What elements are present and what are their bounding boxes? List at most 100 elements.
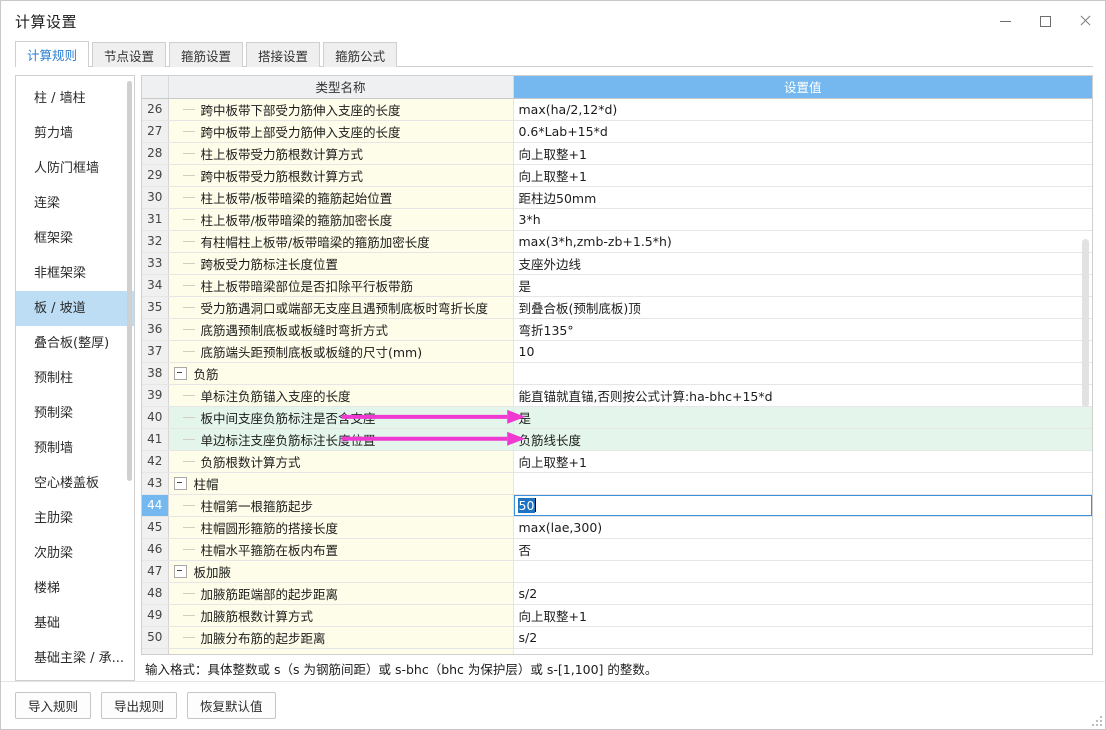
row-value-cell[interactable]: 负筋线长度 [513, 428, 1092, 451]
row-name-cell[interactable]: 加腋筋根数计算方式 [168, 604, 514, 627]
sidebar-item-13[interactable]: 次肋梁 [16, 536, 134, 571]
row-name-cell[interactable]: 加腋分布筋的起步距离 [168, 626, 514, 649]
table-row[interactable]: 32 有柱帽柱上板带/板带暗梁的箍筋加密长度 max(3*h,zmb-zb+1.5*… [142, 230, 1092, 253]
row-value-cell[interactable]: 0.6*Lab+15*d [513, 120, 1092, 143]
row-value-cell[interactable] [513, 560, 1092, 583]
row-name-cell[interactable]: 有柱帽柱上板带/板带暗梁的箍筋加密长度 [168, 230, 514, 253]
sidebar-item-14[interactable]: 楼梯 [16, 571, 134, 606]
row-index-cell[interactable]: 38 [142, 362, 169, 385]
row-value-cell[interactable]: 向上取整+1 [513, 604, 1092, 627]
table-row[interactable]: 35 受力筋遇洞口或端部无支座且遇预制底板时弯折长度 到叠合板(预制底板)顶 [142, 296, 1092, 319]
row-name-cell[interactable]: 受力筋遇洞口或端部无支座且遇预制底板时弯折长度 [168, 296, 514, 319]
close-button[interactable] [1065, 1, 1105, 41]
row-index-cell[interactable]: 26 [142, 98, 169, 121]
sidebar-item-1[interactable]: 剪力墙 [16, 116, 134, 151]
row-index-cell[interactable]: 42 [142, 450, 169, 473]
grid-scrollbar-thumb[interactable] [1082, 239, 1089, 407]
tab-2[interactable]: 箍筋设置 [169, 42, 244, 67]
row-index-cell[interactable]: 34 [142, 274, 169, 297]
row-index-cell[interactable]: 51 [142, 648, 169, 654]
row-value-cell[interactable]: max(lae,300) [513, 516, 1092, 539]
table-row[interactable]: 38 负筋 [142, 362, 1092, 385]
row-index-cell[interactable]: 41 [142, 428, 169, 451]
sidebar-item-8[interactable]: 预制柱 [16, 361, 134, 396]
collapse-minus-icon[interactable] [173, 366, 187, 380]
row-name-cell[interactable]: 跨中板带上部受力筋伸入支座的长度 [168, 120, 514, 143]
sidebar-item-6[interactable]: 板 / 坡道 [16, 291, 134, 326]
row-name-cell[interactable]: 底筋遇预制底板或板缝时弯折方式 [168, 318, 514, 341]
table-row[interactable]: 47 板加腋 [142, 560, 1092, 583]
tab-0[interactable]: 计算规则 [15, 41, 90, 67]
collapse-minus-icon[interactable] [173, 476, 187, 490]
row-value-cell[interactable]: 弯折135° [513, 318, 1092, 341]
row-value-cell[interactable]: s/2 [513, 582, 1092, 605]
table-row[interactable]: 44 柱帽第一根箍筋起步 50 [142, 494, 1092, 517]
table-row[interactable]: 34 柱上板带暗梁部位是否扣除平行板带筋 是 [142, 274, 1092, 297]
row-index-cell[interactable]: 35 [142, 296, 169, 319]
table-row[interactable]: 51 加腋分布筋根数计算方式向上取整+1 [142, 648, 1092, 654]
sidebar-item-15[interactable]: 基础 [16, 606, 134, 641]
sidebar-item-10[interactable]: 预制墙 [16, 431, 134, 466]
row-index-cell[interactable]: 40 [142, 406, 169, 429]
row-name-cell[interactable]: 板中间支座负筋标注是否含支座 [168, 406, 514, 429]
table-row[interactable]: 41 单边标注支座负筋标注长度位置 负筋线长度 [142, 428, 1092, 451]
table-row[interactable]: 48 加腋筋距端部的起步距离 s/2 [142, 582, 1092, 605]
row-index-cell[interactable]: 27 [142, 120, 169, 143]
row-value-cell[interactable] [513, 472, 1092, 495]
table-row[interactable]: 43 柱帽 [142, 472, 1092, 495]
row-name-cell[interactable]: 柱上板带/板带暗梁的箍筋加密长度 [168, 208, 514, 231]
row-value-cell[interactable]: 向上取整+1 [513, 648, 1092, 654]
row-value-cell[interactable]: 向上取整+1 [513, 450, 1092, 473]
table-row[interactable]: 45 柱帽圆形箍筋的搭接长度 max(lae,300) [142, 516, 1092, 539]
sidebar-item-11[interactable]: 空心楼盖板 [16, 466, 134, 501]
row-value-cell[interactable] [513, 362, 1092, 385]
row-value-cell[interactable]: s/2 [513, 626, 1092, 649]
table-row[interactable]: 37 底筋端头距预制底板或板缝的尺寸(mm) 10 [142, 340, 1092, 363]
table-row[interactable]: 29 跨中板带受力筋根数计算方式 向上取整+1 [142, 164, 1092, 187]
row-name-cell[interactable]: 柱上板带/板带暗梁的箍筋起始位置 [168, 186, 514, 209]
row-name-cell[interactable]: 柱上板带暗梁部位是否扣除平行板带筋 [168, 274, 514, 297]
sidebar-item-4[interactable]: 框架梁 [16, 221, 134, 256]
table-row[interactable]: 30 柱上板带/板带暗梁的箍筋起始位置 距柱边50mm [142, 186, 1092, 209]
export-rules-button[interactable]: 导出规则 [101, 692, 178, 719]
row-value-cell[interactable]: 10 [513, 340, 1092, 363]
row-index-cell[interactable]: 31 [142, 208, 169, 231]
row-index-cell[interactable]: 44 [142, 494, 169, 517]
row-name-cell[interactable]: 负筋根数计算方式 [168, 450, 514, 473]
sidebar-item-9[interactable]: 预制梁 [16, 396, 134, 431]
row-name-cell[interactable]: 单标注负筋锚入支座的长度 [168, 384, 514, 407]
table-row[interactable]: 36 底筋遇预制底板或板缝时弯折方式 弯折135° [142, 318, 1092, 341]
row-name-cell[interactable]: 单边标注支座负筋标注长度位置 [168, 428, 514, 451]
row-name-cell[interactable]: 柱上板带受力筋根数计算方式 [168, 142, 514, 165]
row-index-cell[interactable]: 39 [142, 384, 169, 407]
row-name-cell[interactable]: 加腋分布筋根数计算方式 [168, 648, 514, 654]
row-index-cell[interactable]: 49 [142, 604, 169, 627]
tab-1[interactable]: 节点设置 [92, 42, 167, 67]
row-value-cell[interactable]: 距柱边50mm [513, 186, 1092, 209]
row-name-cell[interactable]: 柱帽圆形箍筋的搭接长度 [168, 516, 514, 539]
row-value-cell[interactable]: 是 [513, 406, 1092, 429]
minimize-button[interactable] [985, 1, 1025, 41]
row-index-cell[interactable]: 48 [142, 582, 169, 605]
row-index-cell[interactable]: 37 [142, 340, 169, 363]
resize-grip[interactable] [1090, 714, 1102, 726]
row-value-cell[interactable]: max(ha/2,12*d) [513, 98, 1092, 121]
row-value-cell[interactable]: 到叠合板(预制底板)顶 [513, 296, 1092, 319]
sidebar-item-0[interactable]: 柱 / 墙柱 [16, 81, 134, 116]
row-index-cell[interactable]: 30 [142, 186, 169, 209]
row-value-cell[interactable]: max(3*h,zmb-zb+1.5*h) [513, 230, 1092, 253]
row-value-cell[interactable]: 支座外边线 [513, 252, 1092, 275]
restore-defaults-button[interactable]: 恢复默认值 [187, 692, 276, 719]
sidebar-item-5[interactable]: 非框架梁 [16, 256, 134, 291]
table-row[interactable]: 40 板中间支座负筋标注是否含支座 是 [142, 406, 1092, 429]
table-row[interactable]: 50 加腋分布筋的起步距离 s/2 [142, 626, 1092, 649]
row-name-cell[interactable]: 加腋筋距端部的起步距离 [168, 582, 514, 605]
sidebar-item-3[interactable]: 连梁 [16, 186, 134, 221]
row-value-cell[interactable]: 50 [513, 494, 1092, 517]
table-row[interactable]: 31 柱上板带/板带暗梁的箍筋加密长度 3*h [142, 208, 1092, 231]
row-name-cell[interactable]: 柱帽 [168, 472, 514, 495]
row-name-cell[interactable]: 跨中板带受力筋根数计算方式 [168, 164, 514, 187]
row-value-cell[interactable]: 向上取整+1 [513, 142, 1092, 165]
table-row[interactable]: 42 负筋根数计算方式 向上取整+1 [142, 450, 1092, 473]
row-value-cell[interactable]: 是 [513, 274, 1092, 297]
